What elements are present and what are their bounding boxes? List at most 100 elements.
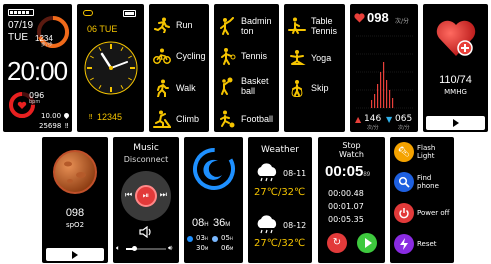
high-arrow-icon: ▲	[355, 115, 362, 124]
blood-pressure-value: 110/74	[439, 74, 472, 86]
previous-track-button[interactable]: ⏮	[125, 190, 132, 200]
day2-date: 08-12	[283, 221, 307, 230]
music-status: Disconnect	[123, 155, 169, 164]
run-icon	[153, 16, 171, 34]
sport-item-basketball[interactable]: Basket ball	[218, 76, 269, 96]
stopwatch-main-time: 00:0589	[325, 163, 371, 180]
sleep-duration: 08H 36M	[192, 213, 230, 231]
badminton-icon	[218, 17, 236, 35]
sport-item-cycling[interactable]: Cycling	[153, 47, 206, 65]
volume-down-icon[interactable]: 🔈︎	[116, 244, 120, 253]
tennis-icon	[218, 47, 236, 65]
sport-label: Climb	[176, 114, 200, 124]
sport-label: Skip	[311, 83, 329, 93]
steps-unit: 步/歩	[41, 42, 53, 48]
stopwatch-title: Stop Watch	[339, 141, 364, 159]
heart-rate-value: 098	[367, 10, 389, 25]
sport-item-table-tennis[interactable]: Table Tennis	[288, 16, 337, 36]
start-stopwatch-button[interactable]	[357, 233, 377, 253]
battery-icon	[8, 9, 34, 16]
day1-date: 08-11	[283, 169, 307, 178]
low-value: 065	[395, 114, 413, 124]
weather-panel[interactable]: Weather 08-11 27℃/32℃ 08-12 27℃/32℃	[248, 137, 312, 263]
volume-slider[interactable]	[126, 246, 166, 251]
power-icon	[394, 203, 414, 223]
sports-menu-3-panel: Table Tennis Yoga Skip	[284, 4, 345, 132]
sport-item-football[interactable]: Football	[218, 110, 273, 128]
next-track-button[interactable]: ⏭	[160, 190, 167, 200]
table-tennis-icon	[288, 17, 306, 35]
sport-label: Basket ball	[241, 76, 269, 96]
link-icon	[83, 10, 93, 16]
heart-rate-chart-panel[interactable]: 098 次/分 ▲ 146 ▼ 065 次/分 次/分	[350, 4, 418, 132]
sport-item-tennis[interactable]: Tennis	[218, 47, 267, 65]
spo2-panel[interactable]: 098 spO2	[42, 137, 108, 263]
sport-item-run[interactable]: Run	[153, 16, 193, 34]
play-icon	[364, 238, 372, 248]
start-measure-button[interactable]	[46, 248, 104, 261]
tool-item-reset[interactable]: Reset	[394, 234, 437, 254]
weather-title: Weather	[261, 145, 299, 155]
play-pause-button[interactable]: ⏯	[135, 185, 157, 207]
sport-item-yoga[interactable]: Yoga	[288, 49, 331, 67]
sport-item-climb[interactable]: Climb	[153, 110, 199, 128]
steps-value: 12345	[97, 112, 123, 122]
music-panel: Music Disconnect ⏮ ⏭ ⏯ 🔈︎ 🔊︎	[113, 137, 179, 263]
spo2-value: 098	[65, 207, 85, 219]
sport-item-badminton[interactable]: Badmin ton	[218, 16, 272, 36]
date: 07/19	[8, 20, 34, 31]
reset-stopwatch-button[interactable]: ↻	[327, 233, 347, 253]
sport-label: Cycling	[176, 51, 206, 61]
rain-cloud-icon	[257, 215, 277, 234]
basketball-icon	[218, 77, 236, 95]
play-icon	[72, 250, 78, 259]
stopwatch-panel: Stop Watch 00:0589 00:00.48 00:01.07 00:…	[318, 137, 385, 263]
sport-label: Walk	[176, 83, 196, 93]
tool-label: Reset	[417, 240, 437, 248]
light-sleep-hours: 05H	[221, 234, 233, 242]
tool-item-flashlight[interactable]: 🔦︎ Flash Light	[394, 142, 435, 162]
sport-item-walk[interactable]: Walk	[153, 79, 196, 97]
sport-label: Yoga	[311, 53, 332, 63]
heart-rate-unit: 次/分	[395, 18, 410, 25]
tool-label: Flash Light	[417, 144, 436, 160]
watchface-1-panel[interactable]: 07/19 TUE 1234 步/歩 20:00 096 bpm 10.00 2…	[3, 4, 72, 132]
volume-icon[interactable]	[139, 226, 153, 238]
distance-value: 10.00	[41, 112, 62, 120]
sleep-panel[interactable]: zz 08H 36M 03H 30M 05H 06M	[184, 137, 243, 263]
sport-item-skip[interactable]: Skip	[288, 79, 329, 97]
volume-up-icon[interactable]: 🔊︎	[168, 244, 172, 253]
sleep-minutes: 36	[213, 217, 226, 229]
low-unit: 次/分	[398, 125, 410, 131]
play-icon	[452, 119, 459, 127]
skip-rope-icon	[288, 79, 306, 97]
football-icon	[218, 110, 236, 128]
sleep-hours: 08	[192, 217, 205, 229]
rain-cloud-icon	[257, 163, 277, 182]
blood-pressure-unit: MMHG	[444, 88, 467, 96]
lap-time: 00:00.48	[328, 189, 364, 198]
tool-item-power-off[interactable]: Power off	[394, 203, 450, 223]
date: 06 TUE	[87, 24, 118, 34]
sport-label: Tennis	[241, 51, 268, 61]
lap-time: 00:01.07	[328, 202, 364, 211]
battery-icon	[123, 10, 136, 17]
lightning-icon	[394, 234, 414, 254]
steps-icon: ‼	[89, 113, 93, 121]
planet-icon	[53, 150, 97, 194]
deep-sleep-hours: 03H	[196, 234, 208, 242]
day1-temp: 27℃/32℃	[254, 187, 306, 198]
svg-text:z: z	[209, 160, 211, 165]
light-sleep-icon	[212, 236, 218, 242]
watchface-2-panel[interactable]: 06 TUE ‼ 12345	[77, 4, 144, 132]
music-control-ring: ⏮ ⏭ ⏯	[121, 171, 171, 221]
day2-temp: 27℃/32℃	[254, 238, 306, 249]
start-measure-button[interactable]	[426, 116, 485, 130]
spo2-label: spO2	[65, 221, 85, 229]
heart-rate-unit: bpm	[29, 99, 41, 105]
tool-item-find-phone[interactable]: Find phone	[394, 172, 439, 192]
hours-unit: H	[204, 222, 209, 228]
sport-label: Table Tennis	[311, 16, 338, 36]
blood-pressure-panel[interactable]: 110/74 MMHG	[423, 4, 488, 132]
yoga-icon	[288, 49, 306, 67]
